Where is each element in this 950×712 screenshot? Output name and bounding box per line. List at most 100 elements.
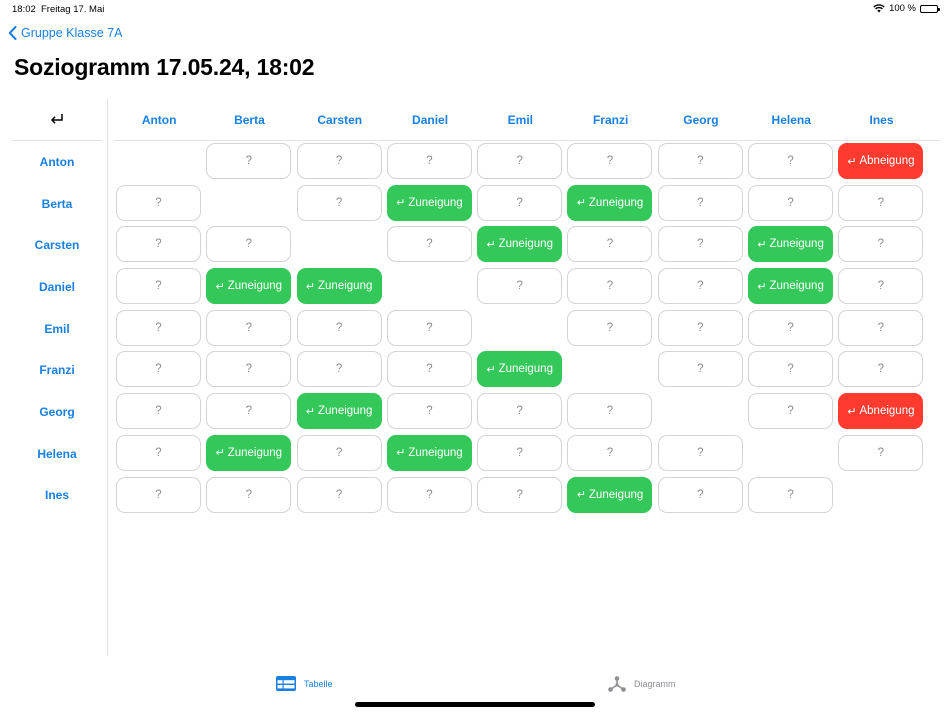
return-arrow-icon: ↵ xyxy=(486,238,496,251)
column-header-carsten[interactable]: Carsten xyxy=(295,100,385,140)
relation-zuneigung-button[interactable]: ↵ Zuneigung xyxy=(386,434,472,471)
relation-unknown-button[interactable]: ? xyxy=(657,476,743,513)
column-header-emil[interactable]: Emil xyxy=(475,100,565,140)
relation-unknown-button[interactable]: ? xyxy=(748,309,834,346)
relation-label: ? xyxy=(335,321,343,334)
relation-unknown-button[interactable]: ? xyxy=(838,351,924,388)
relation-unknown-button[interactable]: ? xyxy=(116,309,201,346)
relation-unknown-button[interactable]: ? xyxy=(386,393,472,430)
relation-zuneigung-button[interactable]: ↵ Zuneigung xyxy=(477,351,563,388)
relation-unknown-button[interactable]: ? xyxy=(838,268,924,305)
relation-zuneigung-button[interactable]: ↵ Zuneigung xyxy=(477,226,563,263)
relation-unknown-button[interactable]: ? xyxy=(567,309,653,346)
relation-unknown-button[interactable]: ? xyxy=(748,143,834,179)
column-header-georg[interactable]: Georg xyxy=(656,100,746,140)
tab-tabelle[interactable]: Tabelle xyxy=(276,676,333,691)
relation-unknown-button[interactable]: ? xyxy=(657,309,743,346)
relation-zuneigung-button[interactable]: ↵ Zuneigung xyxy=(206,268,292,305)
relation-unknown-button[interactable]: ? xyxy=(748,351,834,388)
relation-zuneigung-button[interactable]: ↵ Zuneigung xyxy=(748,226,834,263)
relation-unknown-button[interactable]: ? xyxy=(477,476,563,513)
relation-unknown-button[interactable]: ? xyxy=(116,268,201,305)
relation-unknown-button[interactable]: ? xyxy=(657,184,743,221)
relation-label: ? xyxy=(155,405,162,418)
column-header-berta[interactable]: Berta xyxy=(204,100,294,140)
relation-unknown-button[interactable]: ? xyxy=(296,351,382,388)
relation-zuneigung-button[interactable]: ↵ Zuneigung xyxy=(296,393,382,430)
relation-unknown-button[interactable]: ? xyxy=(386,309,472,346)
relation-unknown-button[interactable]: ? xyxy=(477,184,563,221)
relation-unknown-button[interactable]: ? xyxy=(567,268,653,305)
relation-unknown-button[interactable]: ? xyxy=(748,476,834,513)
relation-unknown-button[interactable]: ? xyxy=(116,184,201,221)
relation-unknown-button[interactable]: ? xyxy=(206,351,292,388)
relation-unknown-button[interactable]: ? xyxy=(206,143,292,179)
relation-zuneigung-button[interactable]: ↵ Zuneigung xyxy=(567,476,653,513)
relation-unknown-button[interactable]: ? xyxy=(206,393,292,430)
row-header-franzi[interactable]: Franzi xyxy=(12,349,102,391)
relation-unknown-button[interactable]: ? xyxy=(296,309,382,346)
relation-unknown-button[interactable]: ? xyxy=(116,434,201,471)
relation-unknown-button[interactable]: ? xyxy=(477,393,563,430)
row-header-georg[interactable]: Georg xyxy=(12,391,102,433)
relation-unknown-button[interactable]: ? xyxy=(296,476,382,513)
back-button[interactable]: Gruppe Klasse 7A xyxy=(8,26,122,40)
relation-unknown-button[interactable]: ? xyxy=(477,434,563,471)
relation-unknown-button[interactable]: ? xyxy=(296,434,382,471)
relation-abneigung-button[interactable]: ↵ Abneigung xyxy=(838,143,924,179)
relation-unknown-button[interactable]: ? xyxy=(206,309,292,346)
relation-unknown-button[interactable]: ? xyxy=(386,226,472,263)
relation-unknown-button[interactable]: ? xyxy=(116,393,201,430)
relation-zuneigung-button[interactable]: ↵ Zuneigung xyxy=(206,434,292,471)
row-header-daniel[interactable]: Daniel xyxy=(12,266,102,308)
row-header-helena[interactable]: Helena xyxy=(12,433,102,475)
relation-zuneigung-button[interactable]: ↵ Zuneigung xyxy=(386,184,472,221)
matrix-cell: ? xyxy=(296,184,387,227)
relation-label: ? xyxy=(697,196,704,209)
relation-unknown-button[interactable]: ? xyxy=(567,226,653,263)
relation-unknown-button[interactable]: ? xyxy=(296,143,382,179)
relation-unknown-button[interactable]: ? xyxy=(206,226,292,263)
relation-unknown-button[interactable]: ? xyxy=(838,309,924,346)
relation-unknown-button[interactable]: ? xyxy=(386,351,472,388)
matrix-cell: ↵ Zuneigung xyxy=(477,351,567,393)
relation-unknown-button[interactable]: ? xyxy=(657,268,743,305)
relation-unknown-button[interactable]: ? xyxy=(838,434,924,471)
column-header-franzi[interactable]: Franzi xyxy=(565,100,655,140)
relation-unknown-button[interactable]: ? xyxy=(748,184,834,221)
row-header-anton[interactable]: Anton xyxy=(12,141,102,183)
relation-unknown-button[interactable]: ? xyxy=(657,434,743,471)
relation-unknown-button[interactable]: ? xyxy=(567,393,653,430)
column-header-anton[interactable]: Anton xyxy=(114,100,204,140)
relation-zuneigung-button[interactable]: ↵ Zuneigung xyxy=(296,268,382,305)
relation-unknown-button[interactable]: ? xyxy=(657,351,743,388)
relation-unknown-button[interactable]: ? xyxy=(206,476,292,513)
relation-unknown-button[interactable]: ? xyxy=(838,184,924,221)
relation-unknown-button[interactable]: ? xyxy=(657,143,743,179)
relation-unknown-button[interactable]: ? xyxy=(116,351,201,388)
relation-unknown-button[interactable]: ? xyxy=(748,393,834,430)
relation-unknown-button[interactable]: ? xyxy=(116,226,201,263)
relation-unknown-button[interactable]: ? xyxy=(477,143,563,179)
row-header-berta[interactable]: Berta xyxy=(12,183,102,225)
tab-diagramm[interactable]: Diagramm xyxy=(608,676,676,692)
matrix-cell xyxy=(206,185,296,227)
row-header-carsten[interactable]: Carsten xyxy=(12,224,102,266)
relation-unknown-button[interactable]: ? xyxy=(386,143,472,179)
column-header-ines[interactable]: Ines xyxy=(836,100,926,140)
column-header-daniel[interactable]: Daniel xyxy=(385,100,475,140)
row-header-ines[interactable]: Ines xyxy=(12,475,102,517)
relation-unknown-button[interactable]: ? xyxy=(567,143,653,179)
relation-unknown-button[interactable]: ? xyxy=(116,476,201,513)
relation-zuneigung-button[interactable]: ↵ Zuneigung xyxy=(748,268,834,305)
row-header-emil[interactable]: Emil xyxy=(12,308,102,350)
relation-unknown-button[interactable]: ? xyxy=(477,268,563,305)
relation-unknown-button[interactable]: ? xyxy=(296,184,382,221)
relation-zuneigung-button[interactable]: ↵ Zuneigung xyxy=(567,184,653,221)
relation-unknown-button[interactable]: ? xyxy=(838,226,924,263)
relation-unknown-button[interactable]: ? xyxy=(657,226,743,263)
column-header-helena[interactable]: Helena xyxy=(746,100,836,140)
relation-unknown-button[interactable]: ? xyxy=(567,434,653,471)
relation-unknown-button[interactable]: ? xyxy=(386,476,472,513)
relation-abneigung-button[interactable]: ↵ Abneigung xyxy=(838,393,924,430)
